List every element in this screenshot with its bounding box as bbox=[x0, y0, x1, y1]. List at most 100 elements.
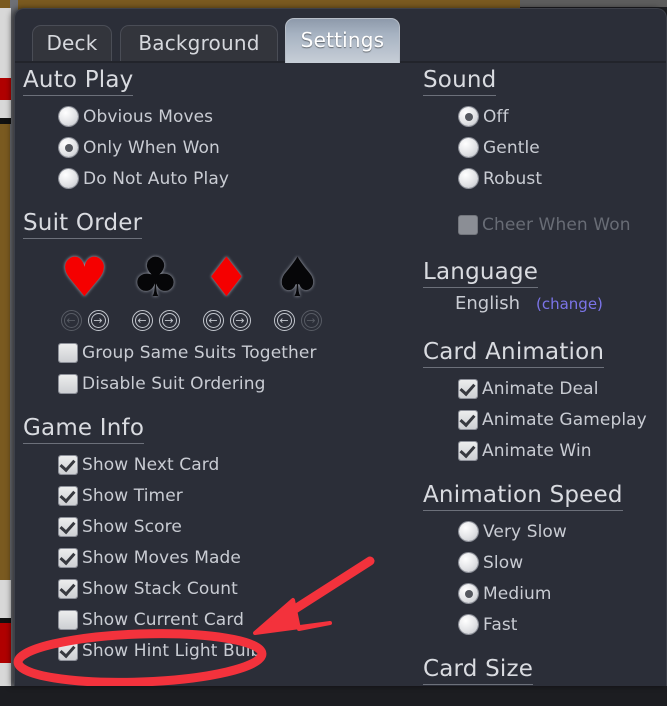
section-title-card-animation: Card Animation bbox=[423, 339, 605, 368]
diamond-suit-icon: ♦ bbox=[202, 246, 251, 309]
radio-label: Do Not Auto Play bbox=[83, 168, 230, 189]
checkbox-icon-checked bbox=[59, 486, 77, 505]
radio-only-when-won[interactable]: Only When Won bbox=[59, 132, 423, 163]
radio-label: Off bbox=[483, 106, 509, 127]
checkbox-show-current-card[interactable]: Show Current Card bbox=[59, 604, 423, 635]
suit-order-checkboxes: Group Same Suits Together Disable Suit O… bbox=[23, 337, 423, 399]
tab-settings[interactable]: Settings bbox=[285, 18, 400, 63]
checkbox-icon-checked bbox=[59, 517, 77, 536]
radio-label: Only When Won bbox=[83, 137, 220, 158]
checkbox-label: Show Score bbox=[82, 516, 182, 537]
settings-left-column: Auto Play Obvious Moves Only When Won Do… bbox=[23, 67, 423, 682]
checkbox-label: Disable Suit Ordering bbox=[82, 373, 266, 394]
radio-slow[interactable]: Slow bbox=[459, 547, 667, 578]
checkbox-label: Animate Gameplay bbox=[482, 409, 647, 430]
suit-column-diamond: ♦ ← → bbox=[191, 250, 262, 331]
left-edge-red-sliver-top bbox=[0, 78, 11, 100]
left-edge-black-sliver bbox=[0, 118, 11, 124]
checkbox-icon-checked bbox=[59, 548, 77, 567]
checkbox-label: Show Hint Light Bulb bbox=[82, 640, 262, 661]
suit-order-row: ♥ ← → ♣ ← → ♦ ← → ♠ ← → bbox=[23, 250, 423, 331]
section-title-animation-speed: Animation Speed bbox=[423, 482, 623, 511]
tab-deck[interactable]: Deck bbox=[32, 25, 112, 62]
settings-content: Auto Play Obvious Moves Only When Won Do… bbox=[15, 67, 666, 687]
radio-icon bbox=[59, 107, 78, 126]
section-title-suit-order: Suit Order bbox=[23, 210, 143, 239]
radio-sound-off[interactable]: Off bbox=[459, 101, 667, 132]
radio-icon-selected bbox=[459, 107, 478, 126]
checkbox-show-next-card[interactable]: Show Next Card bbox=[59, 449, 423, 480]
checkbox-label: Show Next Card bbox=[82, 454, 220, 475]
checkbox-icon-checked bbox=[59, 579, 77, 598]
section-auto-play: Auto Play Obvious Moves Only When Won Do… bbox=[23, 67, 423, 194]
radio-fast[interactable]: Fast bbox=[459, 609, 667, 640]
heart-suit-icon: ♥ bbox=[60, 246, 109, 309]
move-right-arrow-icon[interactable]: → bbox=[158, 310, 180, 331]
left-edge-card-sliver-2 bbox=[0, 100, 11, 118]
left-edge-red-sliver-bottom bbox=[0, 623, 11, 663]
section-suit-order: Suit Order ♥ ← → ♣ ← → ♦ ← → ♠ ← → Group… bbox=[23, 210, 423, 399]
radio-sound-robust[interactable]: Robust bbox=[459, 163, 667, 194]
checkbox-animate-deal[interactable]: Animate Deal bbox=[459, 373, 667, 404]
section-card-animation: Card Animation Animate Deal Animate Game… bbox=[423, 339, 667, 466]
checkbox-show-score[interactable]: Show Score bbox=[59, 511, 423, 542]
checkbox-show-hint-light-bulb[interactable]: Show Hint Light Bulb bbox=[59, 635, 423, 666]
left-edge-card-sliver-4 bbox=[0, 663, 11, 686]
checkbox-label: Show Moves Made bbox=[82, 547, 241, 568]
radio-sound-gentle[interactable]: Gentle bbox=[459, 132, 667, 163]
checkbox-show-stack-count[interactable]: Show Stack Count bbox=[59, 573, 423, 604]
section-title-auto-play: Auto Play bbox=[23, 67, 134, 96]
club-arrows: ← → bbox=[131, 310, 180, 331]
move-left-arrow-icon[interactable]: ← bbox=[202, 310, 224, 331]
section-sound: Sound Off Gentle Robust Cheer When Won bbox=[423, 67, 667, 240]
checkbox-group-same-suits[interactable]: Group Same Suits Together bbox=[59, 337, 423, 368]
checkbox-disable-suit-ordering[interactable]: Disable Suit Ordering bbox=[59, 368, 423, 399]
language-value: English bbox=[455, 293, 520, 314]
tab-background[interactable]: Background bbox=[120, 25, 278, 62]
spade-suit-icon: ♠ bbox=[273, 246, 322, 309]
radio-very-slow[interactable]: Very Slow bbox=[459, 516, 667, 547]
checkbox-show-moves-made[interactable]: Show Moves Made bbox=[59, 542, 423, 573]
animation-speed-options: Very Slow Slow Medium Fast bbox=[423, 516, 667, 640]
section-language: Language English (change) bbox=[423, 259, 667, 323]
radio-label: Obvious Moves bbox=[83, 106, 214, 127]
checkbox-animate-win[interactable]: Animate Win bbox=[459, 435, 667, 466]
move-right-arrow-icon[interactable]: → bbox=[87, 310, 109, 331]
radio-medium[interactable]: Medium bbox=[459, 578, 667, 609]
section-game-info: Game Info Show Next Card Show Timer Show… bbox=[23, 415, 423, 666]
spade-arrows: ← → bbox=[273, 310, 322, 331]
suit-column-heart: ♥ ← → bbox=[49, 250, 120, 331]
checkbox-animate-gameplay[interactable]: Animate Gameplay bbox=[459, 404, 667, 435]
move-right-arrow-icon[interactable]: → bbox=[229, 310, 251, 331]
auto-play-options: Obvious Moves Only When Won Do Not Auto … bbox=[23, 101, 423, 194]
checkbox-label: Show Stack Count bbox=[82, 578, 238, 599]
checkbox-show-timer[interactable]: Show Timer bbox=[59, 480, 423, 511]
radio-obvious-moves[interactable]: Obvious Moves bbox=[59, 101, 423, 132]
checkbox-label: Group Same Suits Together bbox=[82, 342, 317, 363]
heart-arrows: ← → bbox=[60, 310, 109, 331]
suit-column-club: ♣ ← → bbox=[120, 250, 191, 331]
move-left-arrow-icon-disabled: ← bbox=[60, 310, 82, 331]
left-edge-card-sliver-3 bbox=[0, 580, 11, 618]
radio-label: Slow bbox=[483, 552, 524, 573]
checkbox-label: Show Current Card bbox=[82, 609, 244, 630]
settings-right-column: Sound Off Gentle Robust Cheer When Won L… bbox=[423, 67, 667, 706]
settings-dialog: Deck Background Settings Auto Play Obvio… bbox=[14, 8, 667, 686]
radio-label: Robust bbox=[483, 168, 543, 189]
game-info-checkboxes: Show Next Card Show Timer Show Score Sho… bbox=[23, 449, 423, 666]
left-edge-card-sliver bbox=[0, 8, 11, 78]
move-left-arrow-icon[interactable]: ← bbox=[273, 310, 295, 331]
tab-bar: Deck Background Settings bbox=[15, 18, 666, 63]
language-change-link[interactable]: (change) bbox=[536, 295, 603, 313]
radio-label: Very Slow bbox=[483, 521, 567, 542]
radio-do-not-auto-play[interactable]: Do Not Auto Play bbox=[59, 163, 423, 194]
tab-settings-label: Settings bbox=[300, 28, 385, 52]
checkbox-cheer-when-won: Cheer When Won bbox=[459, 209, 667, 240]
checkbox-icon-checked bbox=[459, 441, 477, 460]
checkbox-icon-disabled bbox=[459, 215, 477, 234]
checkbox-icon-checked bbox=[459, 379, 477, 398]
radio-label: Gentle bbox=[483, 137, 540, 158]
checkbox-icon bbox=[59, 343, 77, 362]
radio-icon-selected bbox=[59, 138, 78, 157]
move-left-arrow-icon[interactable]: ← bbox=[131, 310, 153, 331]
